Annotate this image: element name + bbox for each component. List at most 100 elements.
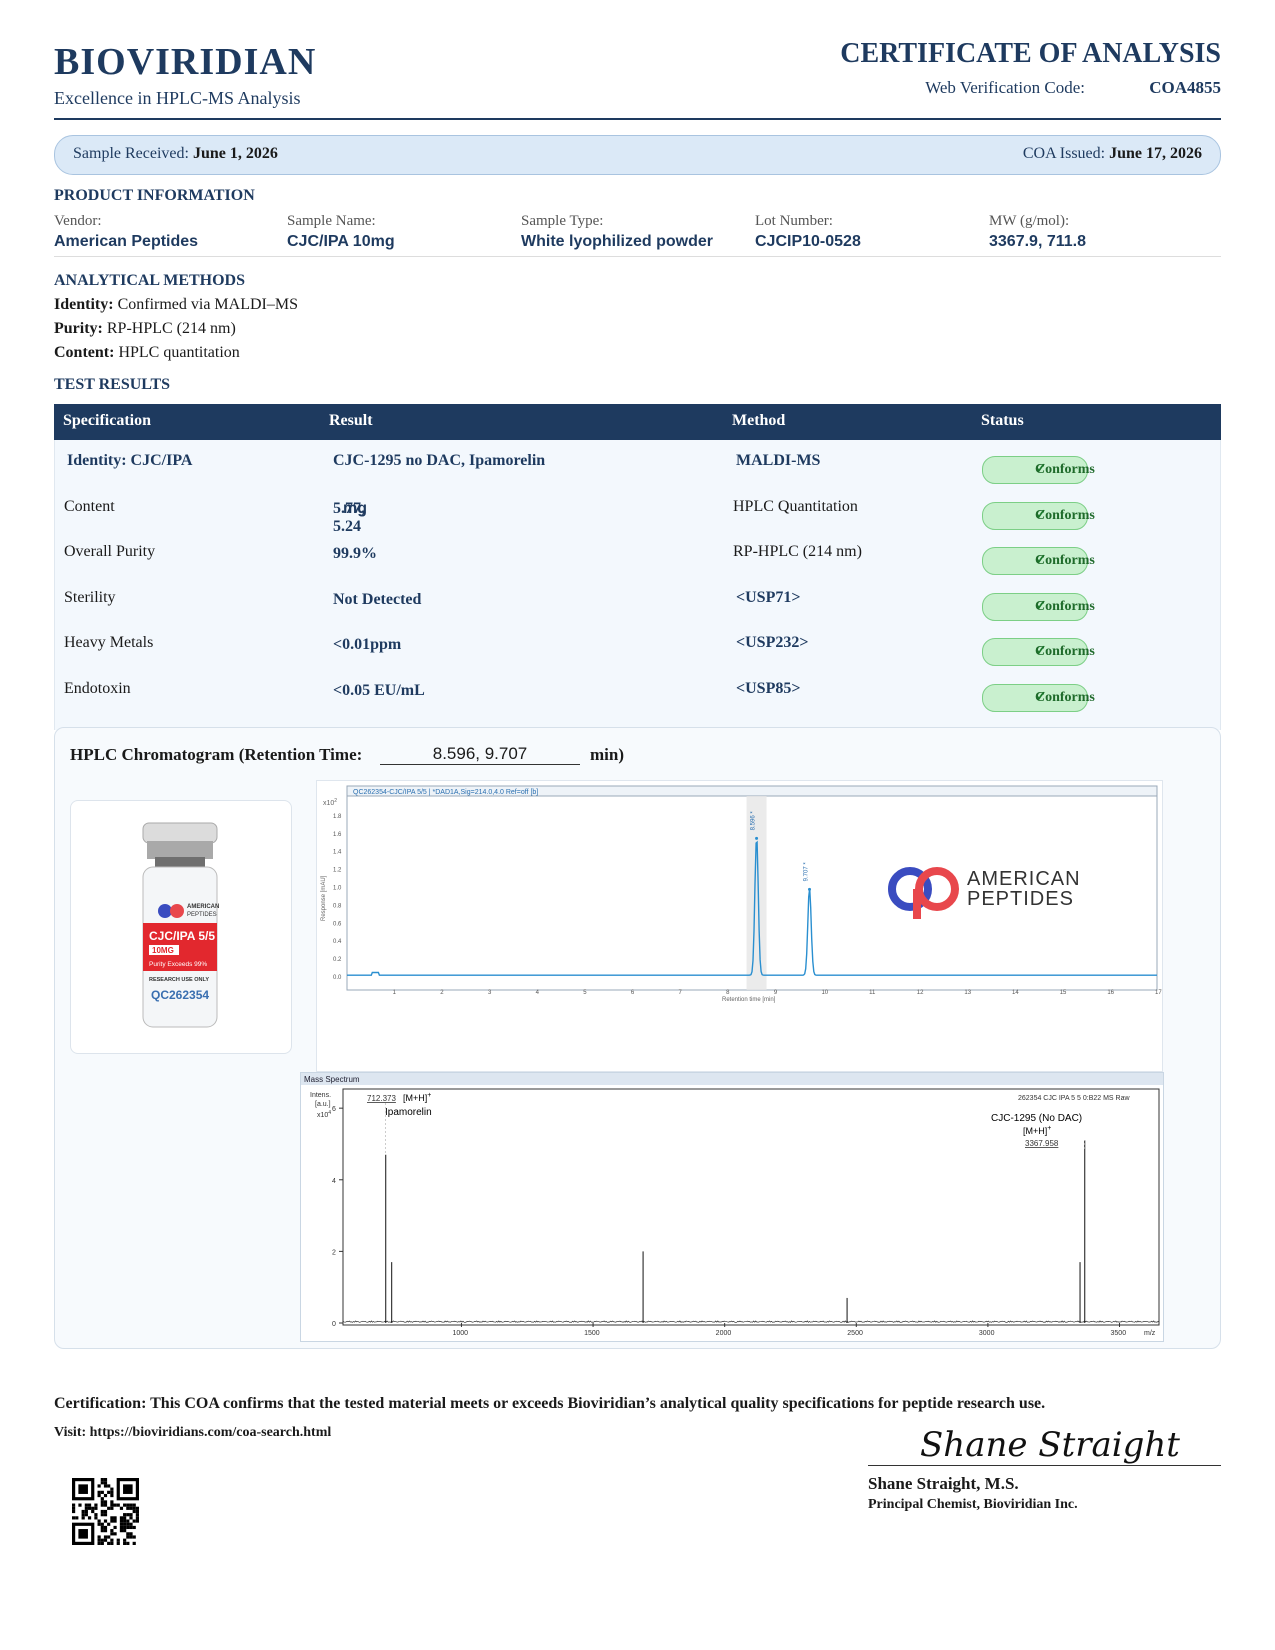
hplc-x-tick: 7 [679,990,683,996]
visit-link[interactable]: Visit: https://bioviridians.com/coa-sear… [54,1425,331,1441]
qr-code-icon[interactable] [72,1478,139,1545]
hplc-peak-point [808,887,812,891]
ms-x-tick: 1000 [452,1330,468,1337]
col-result: Result [329,412,373,429]
verification-label: Web Verification Code: [925,78,1085,97]
status-badge: ✓ Conforms [982,547,1095,575]
results-table-header: Specification Result Method Status [54,404,1221,440]
hplc-x-tick: 13 [964,990,971,996]
hplc-x-tick: 10 [821,990,828,996]
ms-peak2-mz: 3367.958 [1025,1139,1059,1148]
spec-cell: Heavy Metals [64,634,154,651]
table-row: Endotoxin <0.05 EU/mL <USP85> ✓ Conforms [55,678,1220,724]
hplc-x-tick: 4 [536,990,540,996]
method-cell: RP-HPLC (214 nm) [733,543,862,560]
ms-peak2-name: CJC-1295 (No DAC) [991,1113,1082,1124]
ms-x-tick: 3000 [979,1330,995,1337]
hplc-x-tick: 16 [1107,990,1114,996]
hplc-x-tick: 5 [583,990,587,996]
product-info-heading: PRODUCT INFORMATION [54,187,255,204]
col-specification: Specification [63,412,151,429]
mass-spectrum: Mass Spectrum Intens. [a.u.] x104 262354… [300,1072,1164,1342]
spec-cell: Endotoxin [64,680,131,697]
ms-y-label-1: Intens. [310,1092,331,1099]
method-purity: Purity: RP-HPLC (214 nm) [54,320,236,337]
hplc-x-tick: 3 [488,990,492,996]
coa-issued: COA Issued: June 17, 2026 [1022,145,1202,162]
product-field-sample-name: Sample Name: CJC/IPA 10mg [287,213,395,250]
hplc-x-tick: 1 [393,990,397,996]
method-cell: <USP85> [736,680,801,697]
product-field-vendor: Vendor: American Peptides [54,213,199,250]
verification-code: COA4855 [1149,78,1221,97]
ms-x-tick: 1500 [584,1330,600,1337]
vial-use: RESEARCH USE ONLY [149,977,209,983]
hplc-trace-title: QC262354-CJC/IPA 5/5 | *DAD1A,Sig=214.0,… [353,789,538,796]
hplc-peak-label: 9.707 * [804,862,810,882]
signatory-name: Shane Straight, M.S. [868,1474,1019,1493]
vial-brand-top: AMERICAN [187,904,219,910]
hplc-x-tick: 17 [1155,990,1162,996]
hplc-x-tick: 8 [726,990,730,996]
hplc-y-tick: 0.8 [333,903,342,909]
logo-text-bottom: PEPTIDES [967,888,1074,910]
hplc-peak-label: 8.596 * [751,811,757,831]
ms-x-tick: 2500 [847,1330,863,1337]
spec-cell: Identity: CJC/IPA [67,452,193,469]
hplc-x-tick: 12 [917,990,924,996]
hplc-peak-point [755,836,759,840]
col-status: Status [981,412,1024,429]
hplc-y-tick: 0.2 [333,957,342,963]
ms-y-tick: 0 [332,1321,336,1328]
col-method: Method [732,412,786,429]
product-field-sample-type: Sample Type: White lyophilized powder [521,213,713,250]
brand-name: BIOVIRIDIAN [54,41,317,83]
vial-image: AMERICAN PEPTIDES CJC/IPA 5/5 10MG Purit… [142,822,219,1028]
vial-purity: Purity Exceeds 99% [149,961,207,968]
hplc-y-tick: 1.8 [333,814,342,820]
spec-cell: Sterility [64,589,116,606]
product-divider [54,256,1221,257]
brand-tagline: Excellence in HPLC-MS Analysis [54,88,301,108]
status-badge: ✓ Conforms [982,638,1095,666]
logo-text-top: AMERICAN [967,868,1081,890]
result-cell: <0.05 EU/mL [333,682,425,699]
ms-file-label: 262354 CJC IPA 5 5 0:B22 MS Raw [1018,1095,1130,1102]
ms-y-multiplier: x104 [317,1110,331,1119]
chromatogram-title: HPLC Chromatogram (Retention Time: [70,745,363,764]
table-row: Identity: CJC/IPA CJC-1295 no DAC, Ipamo… [55,450,1220,496]
mass-spectrum-chart: Mass Spectrum Intens. [a.u.] x104 262354… [301,1073,1163,1337]
product-field-lot-number: Lot Number: CJCIP10-0528 [755,213,861,250]
signatory-title: Principal Chemist, Bioviridian Inc. [868,1497,1078,1512]
vial-lot: QC262354 [151,988,209,1002]
hplc-x-axis-label: Retention time [min] [722,997,776,1003]
ms-peak2-ion: [M+H]+ [1023,1125,1051,1136]
status-badge: ✓ Conforms [982,684,1095,712]
hplc-y-tick: 1.4 [333,850,342,856]
hplc-y-tick: 1.0 [333,886,342,892]
results-table-body: Identity: CJC/IPA CJC-1295 no DAC, Ipamo… [54,440,1221,730]
table-row: Sterility Not Detected <USP71> ✓ Conforms [55,587,1220,633]
ms-y-tick: 6 [332,1106,336,1113]
table-row: Overall Purity 99.9% RP-HPLC (214 nm) ✓ C… [55,541,1220,587]
results-table: Specification Result Method Status Ident… [54,404,1221,730]
product-field-mw: MW (g/mol): 3367.9, 711.8 [989,213,1086,250]
verification-row: Web Verification Code: COA4855 [925,78,1221,98]
signature-script: Shane Straight [920,1425,1180,1465]
ms-peak1-name: Ipamorelin [385,1107,432,1118]
retention-time-value: 8.596, 9.707 [380,744,580,765]
method-cell: HPLC Quantitation [733,498,858,515]
method-identity: Identity: Confirmed via MALDI–MS [54,296,298,313]
status-badge: ✓ Conforms [982,456,1095,484]
vial-dose: 10MG [152,946,174,955]
hplc-y-tick: 0.4 [333,939,342,945]
spec-cell: Overall Purity [64,543,156,560]
retention-time-unit: min) [590,745,624,764]
table-row: Content 5.77, 5.24 mg HPLC Quantitation ✓… [64,498,1095,535]
result-cell: 99.9% [333,545,377,562]
hplc-x-tick: 11 [869,990,876,996]
hplc-chart: QC262354-CJC/IPA 5/5 | *DAD1A,Sig=214.0,… [321,785,1162,1003]
status-badge: ✓ Conforms [982,593,1095,621]
certification-statement: Certification: This COA confirms that th… [54,1395,1046,1412]
hplc-y-tick: 0.0 [333,975,342,981]
